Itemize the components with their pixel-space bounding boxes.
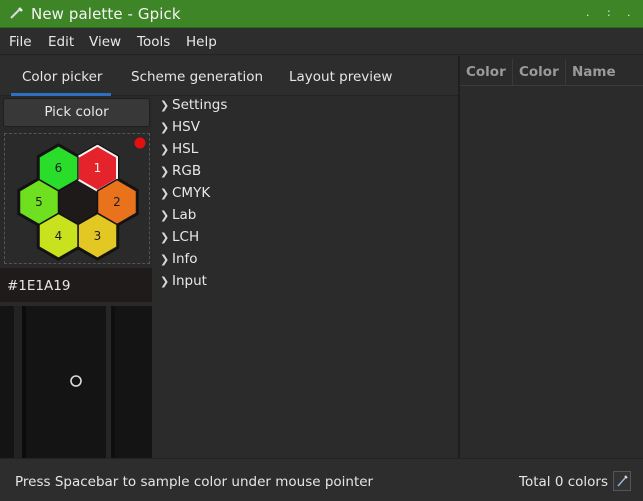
- swatch-area: 1 2 3 4 5 6: [4, 133, 150, 264]
- window-title: New palette - Gpick: [31, 5, 181, 23]
- expander-lab[interactable]: ❯ Lab: [160, 207, 196, 227]
- current-color-panel: #1E1A19: [0, 268, 152, 302]
- menu-edit[interactable]: Edit: [48, 34, 74, 50]
- swatch-number: 5: [35, 195, 43, 209]
- menu-bar: File Edit View Tools Help: [0, 28, 643, 55]
- swatch-number: 3: [94, 229, 102, 243]
- chevron-right-icon: ❯: [160, 209, 170, 222]
- expander-hsv[interactable]: ❯ HSV: [160, 119, 200, 139]
- expander-hsl[interactable]: ❯ HSL: [160, 141, 198, 161]
- hexagon-swatch-cluster[interactable]: 1 2 3 4 5 6: [5, 134, 151, 265]
- sample-cursor-icon: [70, 375, 82, 387]
- swatch-number: 6: [55, 161, 63, 175]
- expander-input[interactable]: ❯ Input: [160, 273, 207, 293]
- chevron-right-icon: ❯: [160, 231, 170, 244]
- picker-column: Pick color 1 2 3 4 5 6 #1E1A19: [0, 96, 152, 458]
- minimize-button[interactable]: .: [586, 5, 590, 21]
- chevron-right-icon: ❯: [160, 275, 170, 288]
- chevron-right-icon: ❯: [160, 165, 170, 178]
- expander-rgb[interactable]: ❯ RGB: [160, 163, 201, 183]
- zoom-preview: [0, 306, 152, 458]
- active-swatch-indicator: [134, 137, 146, 149]
- menu-help[interactable]: Help: [186, 34, 217, 50]
- menu-file[interactable]: File: [9, 34, 32, 50]
- title-bar: New palette - Gpick . : .: [0, 0, 643, 28]
- expander-lch[interactable]: ❯ LCH: [160, 229, 199, 249]
- menu-view[interactable]: View: [89, 34, 121, 50]
- column-header-name[interactable]: Name: [566, 59, 643, 85]
- chevron-right-icon: ❯: [160, 253, 170, 266]
- expander-info[interactable]: ❯ Info: [160, 251, 198, 271]
- tab-scheme-generation[interactable]: Scheme generation: [131, 69, 263, 85]
- chevron-right-icon: ❯: [160, 187, 170, 200]
- swatch-number: 2: [113, 195, 121, 209]
- maximize-button[interactable]: :: [607, 5, 611, 21]
- current-color-hex: #1E1A19: [7, 278, 71, 294]
- chevron-right-icon: ❯: [160, 143, 170, 156]
- expander-settings[interactable]: ❯ Settings: [160, 97, 227, 117]
- palette-list: Color Color Name: [460, 56, 643, 458]
- chevron-right-icon: ❯: [160, 99, 170, 112]
- tab-layout-preview[interactable]: Layout preview: [289, 69, 392, 85]
- column-header-color-2[interactable]: Color: [513, 59, 566, 85]
- chevron-right-icon: ❯: [160, 121, 170, 134]
- swatch-number: 4: [55, 229, 63, 243]
- preview-stripe: [111, 306, 115, 458]
- eyedropper-button[interactable]: [613, 471, 631, 491]
- total-colors: Total 0 colors: [519, 474, 608, 490]
- close-button[interactable]: .: [627, 5, 631, 21]
- tab-color-picker[interactable]: Color picker: [22, 69, 102, 85]
- status-message: Press Spacebar to sample color under mou…: [15, 474, 374, 490]
- header-divider: [460, 85, 643, 86]
- pick-color-button[interactable]: Pick color: [3, 98, 150, 127]
- status-bar: Press Spacebar to sample color under mou…: [0, 458, 643, 501]
- column-header-color[interactable]: Color: [460, 59, 513, 85]
- gpick-app-icon: [10, 7, 23, 19]
- preview-stripe: [14, 306, 22, 458]
- notebook-tabs: Color picker Scheme generation Layout pr…: [0, 56, 458, 96]
- swatch-number: 1: [94, 161, 102, 175]
- menu-tools[interactable]: Tools: [137, 34, 170, 50]
- eyedropper-icon: [617, 475, 628, 487]
- expander-cmyk[interactable]: ❯ CMYK: [160, 185, 210, 205]
- preview-stripe: [22, 306, 26, 458]
- color-settings-panel: ❯ Settings ❯ HSV ❯ HSL ❯ RGB ❯ CMYK ❯ Lab ❯ LCH…: [152, 96, 458, 458]
